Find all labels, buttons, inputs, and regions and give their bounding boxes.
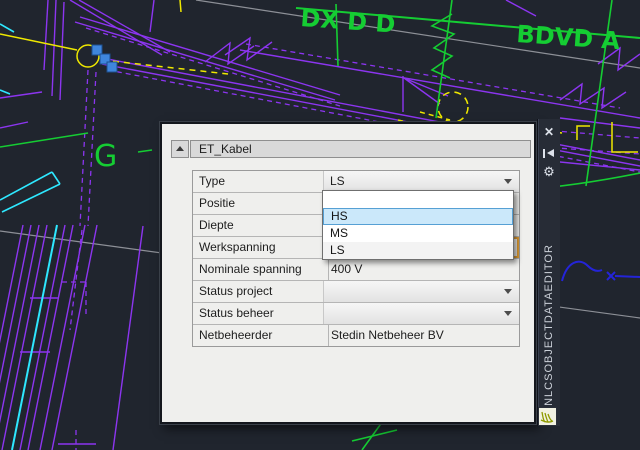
collapse-arrow-icon bbox=[176, 146, 184, 151]
dropdown-item-hs[interactable]: HS bbox=[323, 208, 513, 225]
row-label: Positie bbox=[193, 193, 329, 214]
properties-button[interactable]: ⚙ bbox=[538, 163, 560, 181]
row-label: Status beheer bbox=[193, 303, 329, 324]
type-combobox-value: LS bbox=[324, 171, 519, 192]
selection-grips[interactable] bbox=[92, 45, 117, 72]
autohide-arrow-icon bbox=[547, 149, 554, 157]
cad-text-g: G bbox=[94, 139, 117, 174]
row-label: Type bbox=[193, 171, 329, 192]
chevron-down-icon[interactable] bbox=[504, 289, 512, 294]
dropdown-item-ls[interactable]: LS bbox=[323, 242, 513, 259]
nominale-spanning-value: 400 V bbox=[323, 259, 519, 280]
app-window: G DX D D BDVD A ET_Kabel Type LS bbox=[0, 0, 640, 450]
table-row-nominale-spanning: Nominale spanning 400 V bbox=[193, 259, 519, 281]
nlcs-logo bbox=[538, 407, 557, 426]
close-icon: ✕ bbox=[544, 125, 554, 139]
dropdown-item-blank[interactable] bbox=[323, 191, 513, 208]
panel-title: ET_Kabel bbox=[190, 140, 531, 158]
gear-icon: ⚙ bbox=[543, 164, 555, 179]
steep-cable-bundle bbox=[0, 225, 97, 450]
type-dropdown-list: HS MS LS bbox=[322, 190, 514, 260]
chevron-down-icon[interactable] bbox=[504, 179, 512, 184]
collapse-button[interactable] bbox=[171, 140, 189, 158]
blue-cable bbox=[562, 262, 640, 281]
palette-titlebar[interactable]: ✕ ⚙ NLCSOBJECTDATAEDITOR bbox=[537, 119, 560, 426]
row-label: Status project bbox=[193, 281, 329, 302]
status-project-combobox[interactable] bbox=[323, 281, 519, 302]
row-label: Netbeheerder bbox=[193, 325, 329, 346]
cyan-cables bbox=[0, 24, 60, 450]
dropdown-item-ms[interactable]: MS bbox=[323, 225, 513, 242]
row-label: Nominale spanning bbox=[193, 259, 329, 280]
close-button[interactable]: ✕ bbox=[538, 123, 560, 141]
status-beheer-combobox[interactable] bbox=[323, 303, 519, 324]
row-label: Werkspanning bbox=[193, 237, 329, 258]
autohide-button[interactable] bbox=[538, 144, 560, 162]
table-row-status-beheer: Status beheer bbox=[193, 303, 519, 325]
netbeheerder-value: Stedin Netbeheer BV bbox=[323, 325, 519, 346]
row-label: Diepte bbox=[193, 215, 329, 236]
chevron-down-icon[interactable] bbox=[504, 311, 512, 316]
nlcs-logo-icon bbox=[539, 408, 556, 425]
table-row-netbeheerder: Netbeheerder Stedin Netbeheer BV bbox=[193, 325, 519, 346]
table-row-status-project: Status project bbox=[193, 281, 519, 303]
object-data-editor-panel: ET_Kabel Type LS Positie Diepte bbox=[160, 122, 536, 424]
autohide-pin-icon bbox=[543, 149, 545, 158]
type-combobox[interactable]: LS bbox=[323, 171, 519, 192]
palette-title: NLCSOBJECTDATAEDITOR bbox=[543, 244, 555, 406]
cad-text-right: BDVD A bbox=[516, 20, 622, 55]
cad-text-left: DX D D bbox=[300, 4, 397, 39]
